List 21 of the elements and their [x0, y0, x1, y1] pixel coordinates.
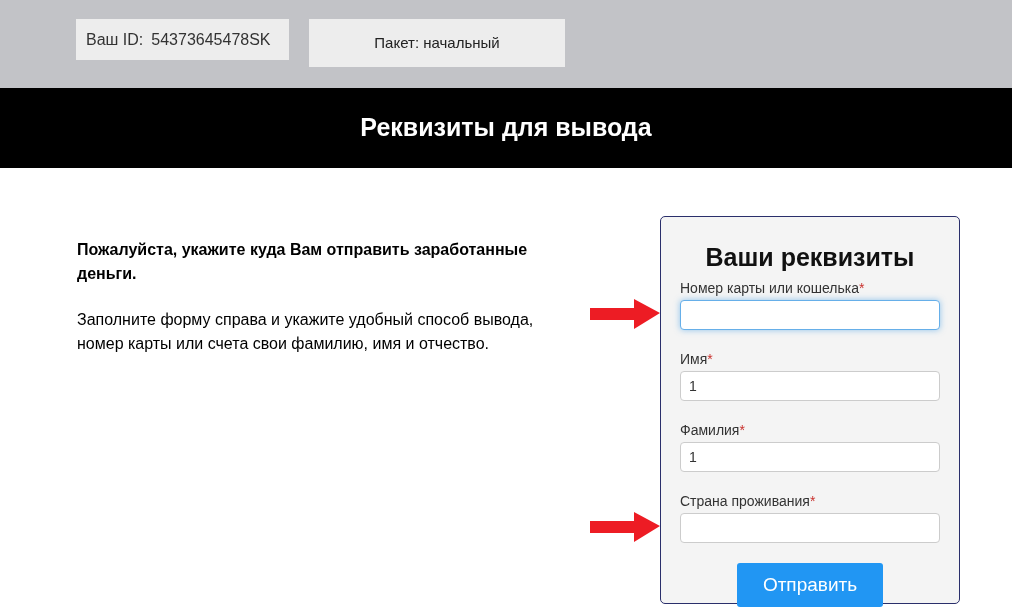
required-asterisk: *: [859, 280, 865, 296]
intro-lead: Пожалуйста, укажите куда Вам отправить заработанные деньги.: [77, 240, 529, 284]
field-label-text: Фамилия: [680, 422, 740, 438]
input-field[interactable]: 1: [680, 371, 940, 401]
required-asterisk: *: [739, 422, 745, 438]
required-asterisk: *: [707, 351, 713, 367]
id-value: 54373645478SK: [151, 29, 271, 50]
input-field[interactable]: [680, 300, 940, 330]
input-field[interactable]: [680, 513, 940, 543]
required-asterisk: *: [809, 493, 816, 509]
id-label: Ваш ID:: [86, 29, 144, 50]
arrow-icon: [590, 299, 660, 331]
arrow-icon: [590, 512, 660, 544]
intro-text: Заполните форму справа и укажите удобный способ вывода, номер карты или счета свои фамилию, имя и отчество.: [77, 310, 535, 354]
page-title: Реквизиты для вывода: [360, 112, 652, 144]
input-field[interactable]: 1: [680, 442, 940, 472]
field-label-text: Страна проживания: [680, 493, 810, 509]
form-title: Ваши реквизиты: [704, 242, 916, 273]
field-label-text: Номер карты или кошелька: [680, 280, 860, 296]
field-label-text: Имя: [680, 351, 708, 367]
package-label: Пакет: начальный: [374, 32, 500, 53]
